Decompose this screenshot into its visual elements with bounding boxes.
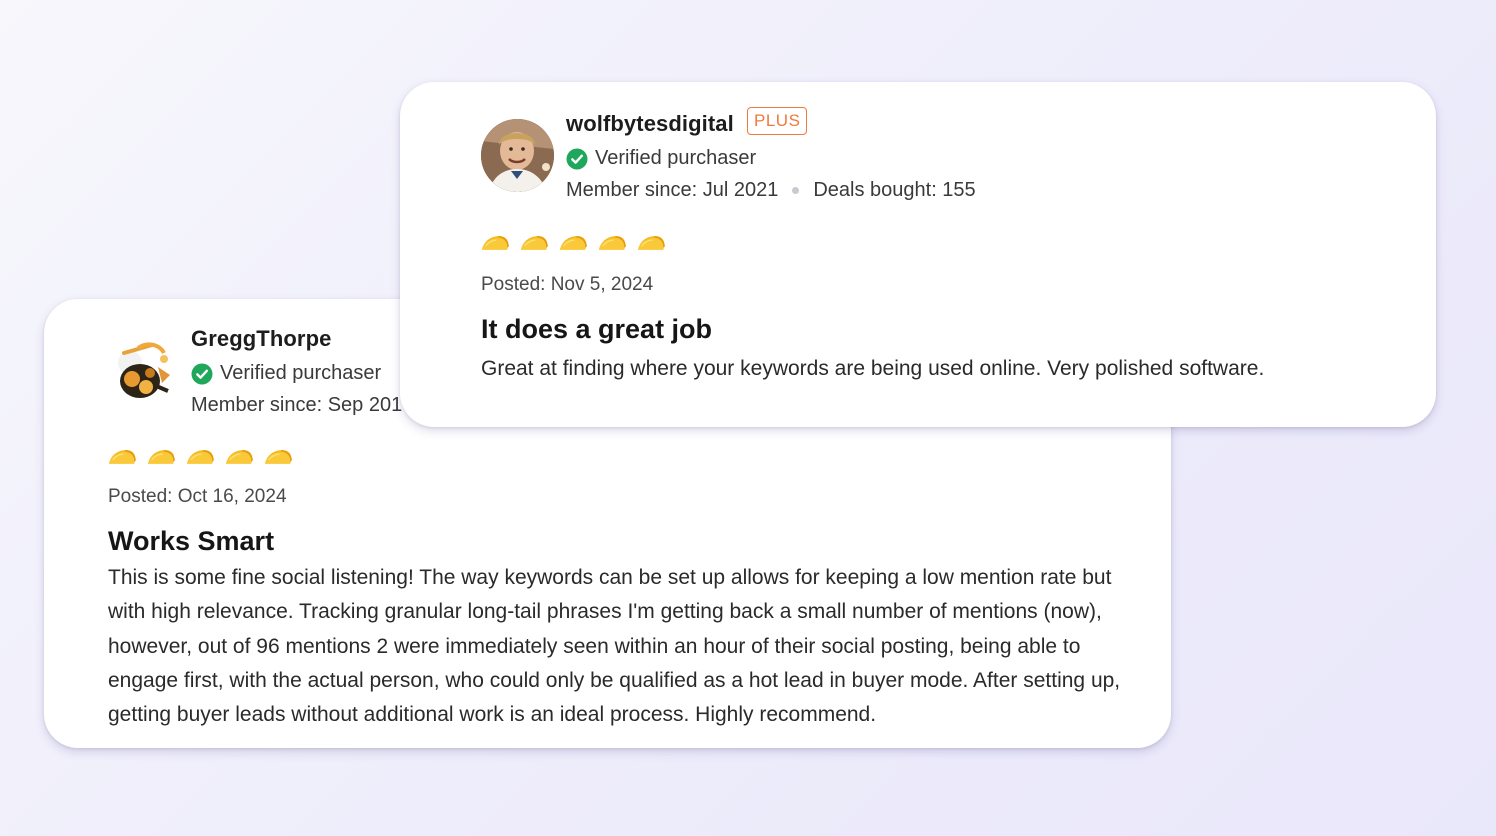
avatar[interactable]	[481, 119, 554, 192]
member-since: Member since: Jul 2021	[566, 179, 779, 201]
taco-rating-icon	[108, 448, 137, 466]
deals-bought: Deals bought: 155	[813, 179, 976, 201]
review-body: This is some fine social listening! The …	[108, 566, 1121, 727]
review-card-wolfbytesdigital: wolfbytesdigital PLUS Verified purchaser…	[400, 82, 1436, 427]
taco-rating-icon	[264, 448, 293, 466]
review-body: Great at finding where your keywords are…	[481, 357, 1265, 380]
separator-dot	[792, 187, 800, 194]
posted-date: Posted: Nov 5, 2024	[481, 274, 654, 295]
verified-label: Verified purchaser	[220, 362, 382, 384]
review-title: It does a great job	[481, 314, 713, 344]
plus-badge: PLUS	[747, 107, 808, 135]
taco-rating-icon	[186, 448, 215, 466]
taco-rating-icon	[481, 234, 510, 252]
taco-rating-icon	[520, 234, 549, 252]
member-info: Member since: Sep 2017	[191, 394, 413, 417]
member-info: Member since: Jul 2021 Deals bought: 155	[566, 179, 976, 202]
verified-label: Verified purchaser	[595, 147, 757, 169]
posted-date: Posted: Oct 16, 2024	[108, 486, 287, 507]
taco-rating-icon	[147, 448, 176, 466]
verified-purchaser: Verified purchaser	[566, 147, 756, 170]
taco-rating-icon	[225, 448, 254, 466]
taco-rating-icon	[598, 234, 627, 252]
avatar[interactable]	[108, 337, 178, 407]
verified-purchaser: Verified purchaser	[191, 362, 381, 385]
member-since: Member since: Sep 2017	[191, 394, 414, 416]
reviewer-username[interactable]: wolfbytesdigital	[566, 111, 734, 137]
rating-tacos	[108, 448, 293, 466]
taco-rating-icon	[637, 234, 666, 252]
taco-rating-icon	[559, 234, 588, 252]
reviewer-username[interactable]: GreggThorpe	[191, 326, 331, 352]
check-circle-icon	[191, 363, 213, 385]
check-circle-icon	[566, 148, 588, 170]
review-title: Works Smart	[108, 526, 275, 556]
rating-tacos	[481, 234, 666, 252]
